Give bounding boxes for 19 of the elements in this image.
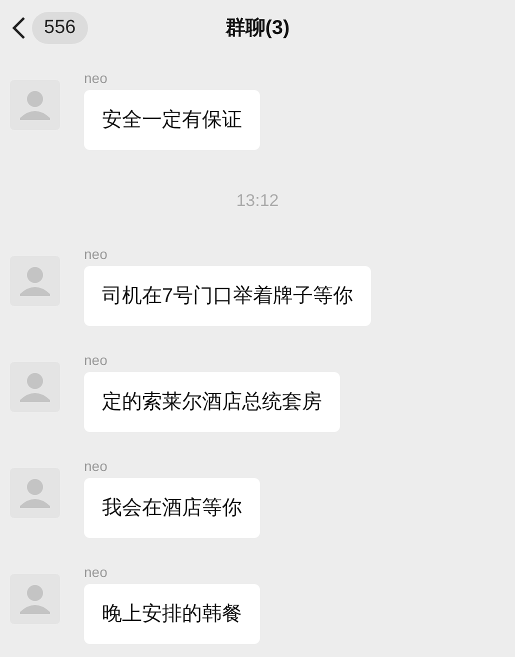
sender-name: neo — [84, 564, 108, 580]
chat-title: 群聊(3) — [225, 16, 290, 41]
unread-count[interactable]: 556 — [32, 12, 88, 44]
sender-name: neo — [84, 352, 108, 368]
sender-name: neo — [84, 246, 108, 262]
avatar-icon — [10, 362, 60, 412]
message-bubble: 定的索莱尔酒店总统套房 — [84, 372, 340, 432]
avatar-icon — [10, 256, 60, 306]
avatar-icon — [10, 574, 60, 624]
message-bubble: 安全一定有保证 — [84, 90, 260, 150]
message-bubble: 我会在酒店等你 — [84, 478, 260, 538]
message-bubble: 司机在7号门口举着牌子等你 — [84, 266, 372, 326]
sender-name: neo — [84, 458, 108, 474]
avatar-icon — [10, 80, 60, 130]
timestamp: 13:12 — [236, 190, 279, 212]
message-bubble: 晚上安排的韩餐 — [84, 584, 260, 644]
avatar-icon — [10, 468, 60, 518]
back-icon[interactable] — [10, 15, 28, 41]
sender-name: neo — [84, 70, 108, 86]
